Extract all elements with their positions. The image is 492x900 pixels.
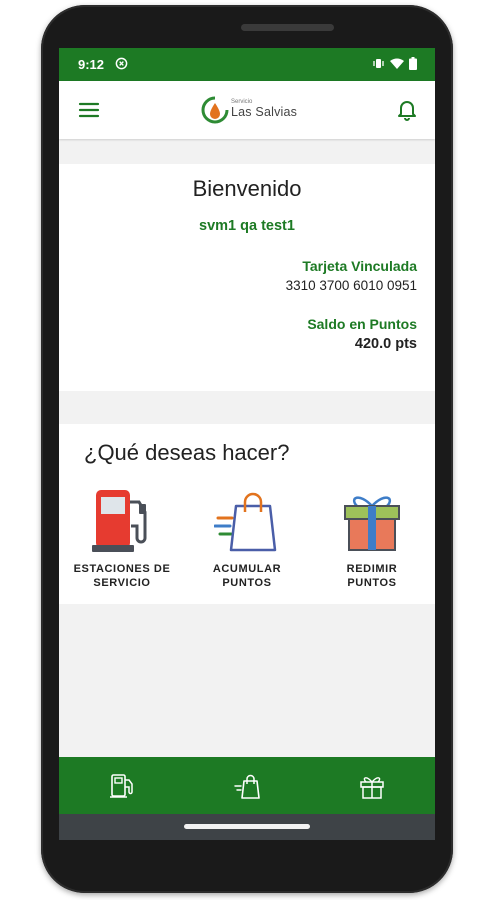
wifi-icon [390, 58, 404, 69]
redeem-points-label: REDIMIR PUNTOS [346, 563, 398, 589]
points-balance-block: Saldo en Puntos 420.0 pts [307, 316, 417, 352]
vibrate-icon [373, 59, 384, 68]
linked-card-number: 3310 3700 6010 0951 [285, 278, 417, 293]
sync-icon [115, 57, 128, 70]
bottom-navigation [59, 757, 435, 814]
phone-speaker [241, 24, 334, 31]
linked-card-label: Tarjeta Vinculada [302, 258, 417, 274]
shopping-bag-nav-icon[interactable] [233, 772, 261, 800]
redeem-points-button[interactable]: REDIMIR PUNTOS [312, 488, 432, 590]
gift-icon [344, 496, 400, 551]
points-balance-label: Saldo en Puntos [307, 316, 417, 332]
gift-nav-icon[interactable] [358, 772, 386, 800]
battery-icon [409, 57, 417, 70]
status-time: 9:12 [78, 57, 105, 72]
welcome-title: Bienvenido [192, 176, 302, 201]
service-stations-label: ESTACIONES DE SERVICIO [73, 563, 171, 589]
app-bar: Servicio Las Salvias [59, 81, 435, 139]
brand-logo: Servicio Las Salvias [201, 94, 299, 126]
user-name: svm1 qa test1 [199, 218, 295, 234]
bell-icon[interactable] [395, 97, 419, 121]
logo-name: Las Salvias [231, 105, 298, 119]
service-stations-button[interactable]: ESTACIONES DE SERVICIO [62, 488, 182, 590]
points-balance-value: 420.0 pts [354, 336, 417, 352]
menu-icon[interactable] [77, 98, 101, 122]
actions-card: ¿Qué deseas hacer? ESTACIONES DE SERVICI… [59, 424, 435, 604]
status-icons [372, 57, 417, 70]
shopping-bag-icon [214, 492, 277, 552]
welcome-card: Bienvenido svm1 qa test1 Tarjeta Vincula… [59, 164, 435, 391]
fuel-pump-icon [92, 490, 147, 552]
linked-card-block: Tarjeta Vinculada 3310 3700 6010 0951 [286, 258, 417, 293]
drop-logo-icon [201, 96, 229, 124]
actions-title: ¿Qué deseas hacer? [84, 440, 290, 465]
system-navigation-bar [59, 814, 435, 840]
status-bar: 9:12 [59, 48, 435, 81]
earn-points-button[interactable]: ACUMULAR PUNTOS [187, 488, 307, 590]
earn-points-label: ACUMULAR PUNTOS [212, 563, 282, 589]
home-gesture-pill[interactable] [184, 824, 310, 829]
fuel-pump-nav-icon[interactable] [108, 772, 136, 800]
app-screen: 9:12 Servicio Las Salvias Bienvenido svm… [59, 48, 435, 840]
